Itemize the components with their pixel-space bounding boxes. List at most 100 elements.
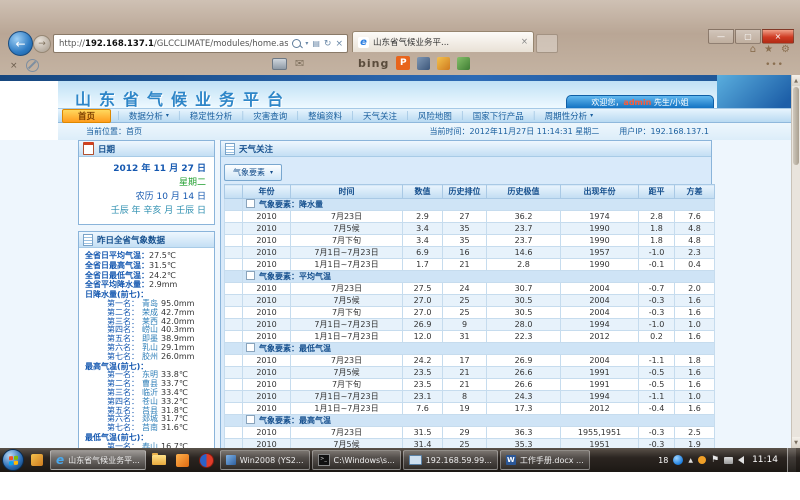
- window-button[interactable]: >_C:\Windows\s...: [312, 450, 401, 470]
- nav-item-2[interactable]: 数据分析▾: [120, 110, 178, 122]
- table-row[interactable]: 20107月下旬27.02530.52004-0.31.6: [225, 307, 715, 319]
- toolbar-app3-icon[interactable]: [457, 57, 470, 70]
- nav-item-6[interactable]: 天气关注: [354, 110, 406, 122]
- compatibility-icon[interactable]: ▤: [312, 39, 320, 48]
- tray-app-icon[interactable]: [698, 456, 706, 464]
- group-row: 气象要素：最低气温: [225, 343, 715, 355]
- speaker-icon[interactable]: [738, 456, 744, 464]
- close-icon[interactable]: ×: [10, 61, 18, 71]
- network-icon[interactable]: [724, 457, 733, 464]
- refresh-icon[interactable]: ↻: [324, 39, 332, 49]
- nav-item-9[interactable]: 周期性分析▾: [536, 110, 603, 122]
- table-cell: 2010: [243, 319, 291, 331]
- table-row[interactable]: 20107月下旬23.52126.61991-0.51.6: [225, 379, 715, 391]
- bing-logo[interactable]: bing: [358, 57, 389, 70]
- table-row[interactable]: 20107月23日24.21726.92004-1.11.8: [225, 355, 715, 367]
- table-cell: 6.9: [403, 247, 443, 259]
- table-row[interactable]: 20101月1日~7月23日12.03122.320120.21.6: [225, 331, 715, 343]
- window-button-label: 192.168.59.99...: [426, 456, 492, 465]
- nav-item-8[interactable]: 国家下行产品: [464, 110, 533, 122]
- window-button[interactable]: Win2008 (YS2...: [220, 450, 310, 470]
- table-row[interactable]: 20101月1日~7月23日7.61917.32012-0.41.6: [225, 403, 715, 415]
- favorites-star-icon[interactable]: ★: [764, 44, 773, 55]
- nav-item-7[interactable]: 风险地图: [409, 110, 461, 122]
- taskbar-clock[interactable]: 11:14: [752, 455, 778, 465]
- window-button[interactable]: W工作手册.docx ...: [500, 450, 590, 470]
- app-orange-button[interactable]: [172, 450, 194, 470]
- table-cell: 27: [443, 211, 487, 223]
- window-close-button[interactable]: ×: [762, 29, 794, 44]
- browser-forward-button[interactable]: →: [33, 35, 51, 53]
- table-row[interactable]: 20107月23日27.52430.72004-0.72.0: [225, 283, 715, 295]
- browser-back-button[interactable]: ←: [8, 31, 33, 56]
- table-row[interactable]: 20107月1日~7月23日6.91614.61957-1.02.3: [225, 247, 715, 259]
- start-button[interactable]: [2, 449, 24, 471]
- table-cell: 7月23日: [291, 427, 403, 439]
- table-header-cell: 方差: [675, 185, 715, 199]
- group-checkbox[interactable]: [246, 199, 255, 208]
- table-cell: 29: [443, 427, 487, 439]
- table-row[interactable]: 20107月5候23.52126.61991-0.51.6: [225, 367, 715, 379]
- camera-icon[interactable]: [272, 58, 287, 70]
- table-cell: 1.9: [675, 439, 715, 449]
- nav-item-3[interactable]: 稳定性分析: [181, 110, 242, 122]
- gear-icon[interactable]: ⚙: [781, 44, 790, 55]
- tray-expand-icon[interactable]: ▲: [688, 457, 693, 464]
- new-tab-button[interactable]: [536, 34, 558, 53]
- table-cell: 2010: [243, 223, 291, 235]
- show-desktop-button[interactable]: [787, 448, 796, 472]
- group-checkbox[interactable]: [246, 415, 255, 424]
- nav-item-4[interactable]: 灾害查询: [244, 110, 296, 122]
- mail-icon[interactable]: ✉: [295, 57, 304, 70]
- table-row[interactable]: 20107月5候3.43523.719901.84.8: [225, 223, 715, 235]
- table-row[interactable]: 20107月下旬3.43523.719901.84.8: [225, 235, 715, 247]
- app-browser-button[interactable]: [196, 450, 218, 470]
- stop-icon[interactable]: ×: [335, 39, 343, 49]
- window-maximize-button[interactable]: ▢: [735, 29, 761, 44]
- url-bar[interactable]: http://192.168.137.1/GLCCLIMATE/modules/…: [53, 34, 348, 53]
- group-checkbox[interactable]: [246, 271, 255, 280]
- rank-value: 26.0mm: [161, 353, 194, 362]
- table-row[interactable]: 20107月5候27.02530.52004-0.31.6: [225, 295, 715, 307]
- group-checkbox[interactable]: [246, 343, 255, 352]
- toolbar-app1-icon[interactable]: [417, 57, 430, 70]
- table-row[interactable]: 20107月1日~7月23日26.9928.01994-1.01.0: [225, 319, 715, 331]
- chevron-down-icon: ▾: [590, 112, 593, 119]
- toolbar-app2-icon[interactable]: [437, 57, 450, 70]
- scroll-down-arrow[interactable]: ▼: [792, 437, 800, 448]
- table-cell: 2010: [243, 211, 291, 223]
- search-icon[interactable]: [292, 39, 301, 48]
- window-minimize-button[interactable]: —: [708, 29, 734, 44]
- rank-station[interactable]: 莒南: [142, 424, 158, 433]
- rank-station[interactable]: 胶州: [142, 353, 158, 362]
- vertical-scrollbar[interactable]: ▲ ▼: [791, 75, 800, 448]
- table-cell: 35: [443, 223, 487, 235]
- home-icon[interactable]: ⌂: [750, 44, 756, 55]
- action-center-flag-icon[interactable]: ⚑: [711, 455, 719, 465]
- weather-watch-panel: 天气关注 气象要素 ▾ 年份时间数值历史排位历史极值出现年份距平方差 气象要素：…: [220, 140, 712, 448]
- table-row[interactable]: 20107月5候31.42535.31951-0.31.9: [225, 439, 715, 449]
- taskbar-ie-button[interactable]: e 山东省气候业务平...: [50, 450, 146, 470]
- table-row[interactable]: 20107月1日~7月23日23.1824.31994-1.11.0: [225, 391, 715, 403]
- calendar-icon: [83, 142, 94, 155]
- table-row[interactable]: 20107月23日2.92736.219742.87.6: [225, 211, 715, 223]
- overflow-dots-icon[interactable]: •••: [765, 60, 784, 70]
- table-row[interactable]: 20101月1日~7月23日1.7212.81990-0.10.4: [225, 259, 715, 271]
- table-cell: 7月23日: [291, 355, 403, 367]
- nav-item-1[interactable]: 首页: [62, 109, 111, 123]
- window-button[interactable]: 192.168.59.99...: [403, 450, 498, 470]
- scroll-up-arrow[interactable]: ▲: [792, 75, 800, 86]
- explorer-button[interactable]: [148, 450, 170, 470]
- element-filter-button[interactable]: 气象要素 ▾: [224, 164, 282, 181]
- messenger-icon[interactable]: [673, 455, 683, 465]
- pinned-app-icon[interactable]: [26, 450, 48, 470]
- browser-tab[interactable]: e 山东省气候业务平... ×: [352, 31, 534, 52]
- nav-item-5[interactable]: 整编资料: [299, 110, 351, 122]
- tab-close-icon[interactable]: ×: [521, 37, 528, 47]
- scroll-thumb[interactable]: [793, 87, 799, 165]
- table-cell: 7月5候: [291, 367, 403, 379]
- bing-badge-icon[interactable]: P: [396, 56, 410, 70]
- blocked-icon[interactable]: [26, 59, 39, 72]
- chevron-down-icon[interactable]: ▾: [305, 40, 308, 47]
- table-row[interactable]: 20107月23日31.52936.31955,1951-0.32.5: [225, 427, 715, 439]
